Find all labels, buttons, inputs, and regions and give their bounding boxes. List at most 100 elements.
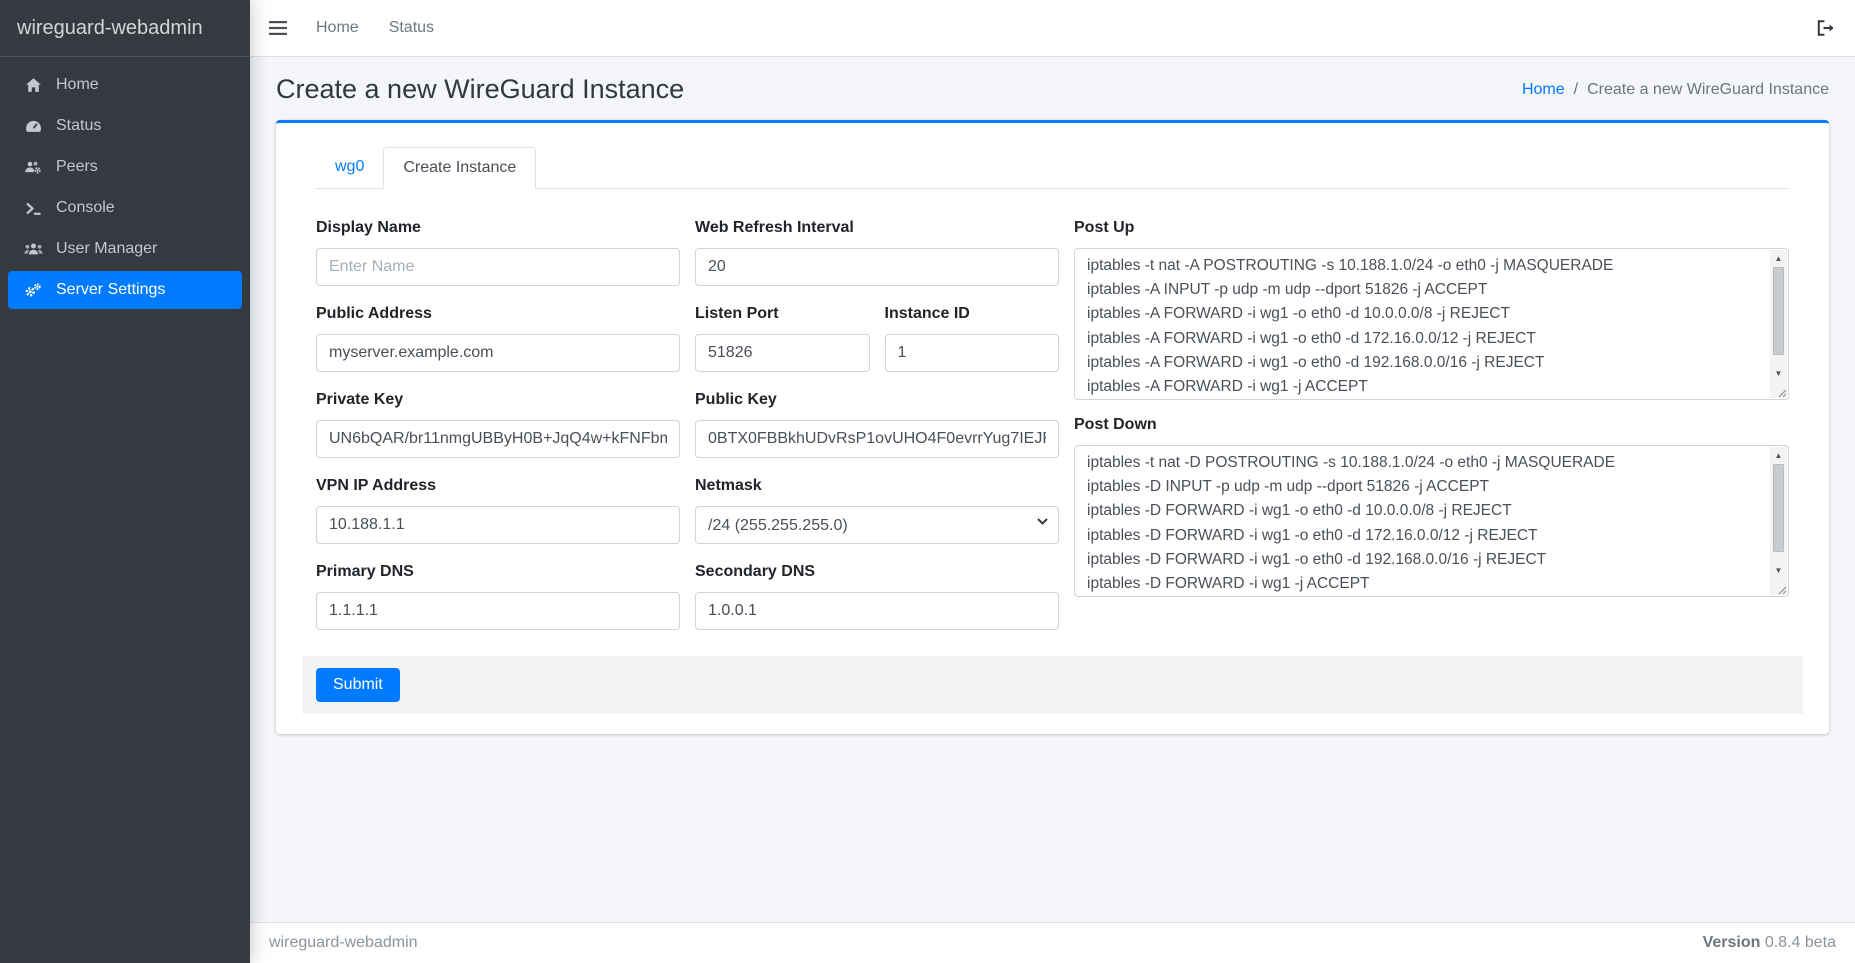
public-key-label: Public Key	[695, 388, 1059, 412]
content-header: Create a new WireGuard Instance Home / C…	[269, 57, 1836, 120]
sidebar-item-label: Server Settings	[56, 281, 165, 299]
netmask-label: Netmask	[695, 474, 1059, 498]
post-down-scrollbar[interactable]: ▲ ▼	[1770, 447, 1787, 578]
scrollbar-thumb[interactable]	[1773, 464, 1784, 552]
menu-toggle-button[interactable]	[269, 21, 287, 35]
tab-wg0[interactable]: wg0	[316, 147, 383, 189]
scroll-down-icon[interactable]: ▼	[1770, 562, 1787, 578]
create-instance-form: Display Name Web Refresh Interval Post U…	[316, 216, 1789, 646]
web-refresh-field-group: Web Refresh Interval	[695, 216, 1059, 286]
main-area: Home Status Create a new WireGuard Insta…	[250, 0, 1855, 963]
web-refresh-input[interactable]	[695, 248, 1059, 286]
users-icon	[19, 241, 47, 257]
scroll-down-icon[interactable]: ▼	[1770, 365, 1787, 381]
logout-button[interactable]	[1817, 20, 1836, 36]
instance-id-field-group: Instance ID	[885, 302, 1060, 372]
private-key-field-group: Private Key	[316, 388, 680, 458]
sidebar-item-label: User Manager	[56, 240, 157, 258]
sidebar-nav: Home Status Peers	[0, 57, 250, 321]
scroll-up-icon[interactable]: ▲	[1770, 250, 1787, 266]
post-up-scrollbar[interactable]: ▲ ▼	[1770, 250, 1787, 381]
public-key-input[interactable]	[695, 420, 1059, 458]
post-up-label: Post Up	[1074, 216, 1789, 240]
secondary-dns-input[interactable]	[695, 592, 1059, 630]
resize-grip-icon[interactable]	[1770, 381, 1787, 398]
post-down-text[interactable]: iptables -t nat -D POSTROUTING -s 10.188…	[1087, 451, 1764, 594]
sidebar: wireguard-webadmin Home Status	[0, 0, 250, 963]
terminal-icon	[19, 201, 47, 216]
listen-port-label: Listen Port	[695, 302, 870, 326]
home-icon	[19, 77, 47, 94]
public-address-field-group: Public Address	[316, 302, 680, 372]
users-gear-icon	[19, 159, 47, 176]
private-key-input[interactable]	[316, 420, 680, 458]
display-name-field-group: Display Name	[316, 216, 680, 286]
content-area: Create a new WireGuard Instance Home / C…	[250, 57, 1855, 922]
breadcrumb-current: Create a new WireGuard Instance	[1587, 81, 1829, 99]
brand-title[interactable]: wireguard-webadmin	[0, 0, 250, 57]
primary-dns-label: Primary DNS	[316, 560, 680, 584]
footer-version: Version 0.8.4 beta	[1703, 934, 1836, 952]
sidebar-item-status[interactable]: Status	[8, 107, 242, 145]
breadcrumb: Home / Create a new WireGuard Instance	[1522, 81, 1829, 99]
post-down-field-group: Post Down iptables -t nat -D POSTROUTING…	[1074, 413, 1789, 597]
post-up-text[interactable]: iptables -t nat -A POSTROUTING -s 10.188…	[1087, 254, 1764, 397]
scroll-up-icon[interactable]: ▲	[1770, 447, 1787, 463]
footer-brand: wireguard-webadmin	[269, 934, 418, 952]
listen-port-field-group: Listen Port	[695, 302, 870, 372]
listen-port-input[interactable]	[695, 334, 870, 372]
hamburger-icon	[269, 21, 287, 35]
scrollbar-thumb[interactable]	[1773, 267, 1784, 355]
sidebar-item-label: Home	[56, 76, 99, 94]
private-key-label: Private Key	[316, 388, 680, 412]
sidebar-item-user-manager[interactable]: User Manager	[8, 230, 242, 268]
instance-id-input[interactable]	[885, 334, 1060, 372]
instance-card: wg0 Create Instance Display Name Web Ref…	[276, 120, 1829, 734]
top-navbar: Home Status	[250, 0, 1855, 57]
sidebar-item-server-settings[interactable]: Server Settings	[8, 271, 242, 309]
footer-version-value: 0.8.4 beta	[1765, 934, 1836, 951]
sidebar-item-home[interactable]: Home	[8, 66, 242, 104]
sidebar-item-label: Console	[56, 199, 115, 217]
form-footer: Submit	[302, 656, 1803, 714]
footer-version-label: Version	[1703, 934, 1761, 951]
breadcrumb-home-link[interactable]: Home	[1522, 81, 1565, 99]
post-down-label: Post Down	[1074, 413, 1789, 437]
submit-button[interactable]: Submit	[316, 668, 400, 702]
web-refresh-label: Web Refresh Interval	[695, 216, 1059, 240]
breadcrumb-separator: /	[1574, 81, 1578, 99]
sidebar-item-label: Status	[56, 117, 101, 135]
gauge-icon	[19, 118, 47, 135]
gears-icon	[19, 282, 47, 299]
navbar-link-status[interactable]: Status	[374, 19, 449, 37]
instance-tabs: wg0 Create Instance	[316, 147, 1789, 189]
netmask-select[interactable]: /24 (255.255.255.0)	[695, 506, 1059, 544]
instance-id-label: Instance ID	[885, 302, 1060, 326]
sidebar-item-console[interactable]: Console	[8, 189, 242, 227]
public-key-field-group: Public Key	[695, 388, 1059, 458]
public-address-label: Public Address	[316, 302, 680, 326]
page-title: Create a new WireGuard Instance	[276, 74, 684, 105]
netmask-field-group: Netmask /24 (255.255.255.0)	[695, 474, 1059, 544]
primary-dns-field-group: Primary DNS	[316, 560, 680, 630]
vpn-ip-input[interactable]	[316, 506, 680, 544]
sign-out-icon	[1817, 20, 1836, 36]
post-up-field-group: Post Up iptables -t nat -A POSTROUTING -…	[1074, 216, 1789, 400]
sidebar-item-peers[interactable]: Peers	[8, 148, 242, 186]
tab-create-instance[interactable]: Create Instance	[383, 147, 536, 189]
post-up-textarea[interactable]: iptables -t nat -A POSTROUTING -s 10.188…	[1074, 248, 1789, 400]
post-down-textarea[interactable]: iptables -t nat -D POSTROUTING -s 10.188…	[1074, 445, 1789, 597]
display-name-input[interactable]	[316, 248, 680, 286]
public-address-input[interactable]	[316, 334, 680, 372]
resize-grip-icon[interactable]	[1770, 578, 1787, 595]
secondary-dns-field-group: Secondary DNS	[695, 560, 1059, 630]
display-name-label: Display Name	[316, 216, 680, 240]
secondary-dns-label: Secondary DNS	[695, 560, 1059, 584]
vpn-ip-label: VPN IP Address	[316, 474, 680, 498]
primary-dns-input[interactable]	[316, 592, 680, 630]
post-scripts-column: Post Up iptables -t nat -A POSTROUTING -…	[1074, 216, 1789, 646]
vpn-ip-field-group: VPN IP Address	[316, 474, 680, 544]
port-id-row: Listen Port Instance ID	[695, 302, 1059, 388]
navbar-link-home[interactable]: Home	[301, 19, 374, 37]
sidebar-item-label: Peers	[56, 158, 98, 176]
